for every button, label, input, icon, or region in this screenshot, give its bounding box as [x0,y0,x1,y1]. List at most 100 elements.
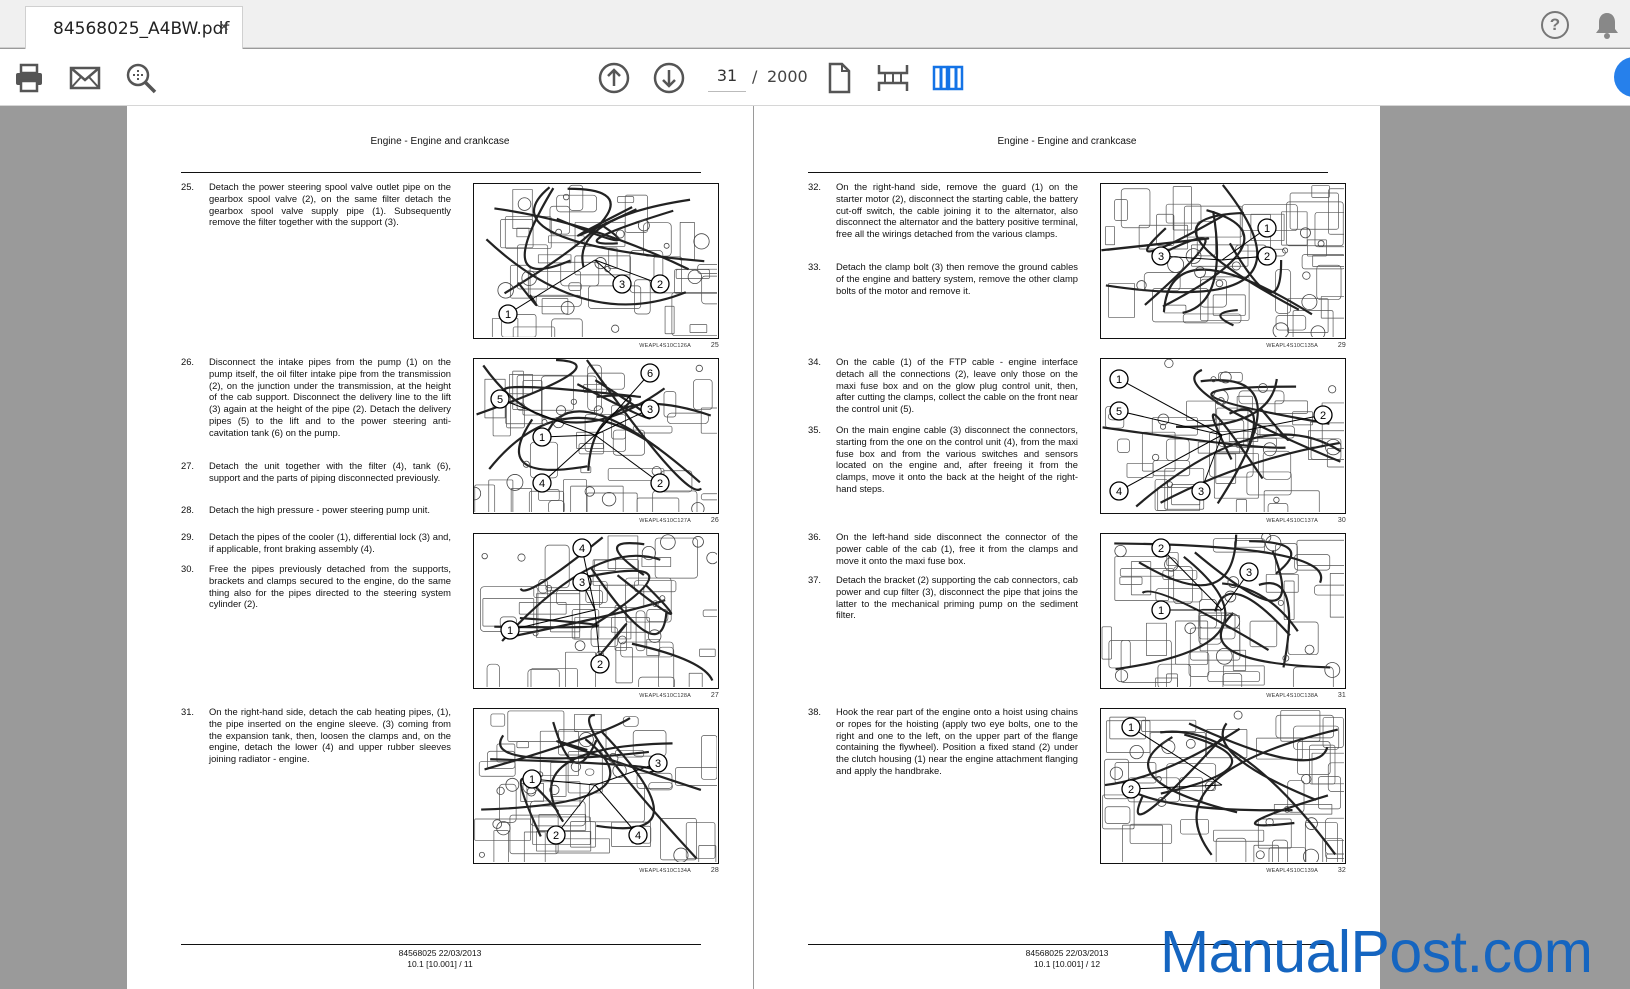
figure-illustration: 1 2 3 4 [473,533,719,689]
document-page-left: Engine - Engine and crankcase 25. Detach … [127,106,753,989]
callout-number: 1 [529,774,535,786]
schematic-drawing: 1 2 3 4 5 [1102,359,1345,513]
arrow-up-icon[interactable] [597,61,631,95]
callout-number: 3 [619,279,625,291]
callout-number: 3 [1198,486,1204,498]
callout-number: 1 [1128,722,1134,734]
callout-number: 2 [657,478,663,490]
tab-close-button[interactable]: × [219,17,229,37]
callout-marker: 4 [572,538,592,558]
help-icon[interactable]: ? [1541,11,1569,39]
callout-marker: 3 [648,753,668,773]
bell-icon[interactable] [1594,11,1620,39]
callout-number: 3 [1246,567,1252,579]
page-header: Engine - Engine and crankcase [370,136,510,147]
callout-number: 4 [579,543,585,555]
callout-number: 2 [1264,251,1270,263]
figure-illustration: 1 2 3 4 5 6 [473,358,719,514]
callout-marker: 2 [1121,779,1141,799]
step-37: 37. Detach the bracket (2) supporting the… [808,574,1078,621]
callout-number: 2 [1320,410,1326,422]
callout-marker: 2 [1151,538,1171,558]
callout-number: 6 [647,368,653,380]
step-27: 27. Detach the unit together with the fil… [181,460,451,483]
step-28: 28. Detach the high pressure - power stee… [181,504,430,515]
callout-marker: 4 [1109,481,1129,501]
callout-marker: 1 [500,620,520,640]
callout-number: 3 [655,758,661,770]
single-page-icon[interactable] [822,61,856,95]
schematic-drawing: 12 [1102,710,1345,863]
footer-line2: 10.1 [10.001] / 11 [407,959,473,969]
print-icon[interactable] [12,61,46,95]
callout-number: 2 [657,279,663,291]
figure-illustration: 1 2 3 4 [473,708,719,864]
callout-marker: 1 [522,769,542,789]
schematic-drawing: 1 2 3 4 5 6 [474,359,718,513]
page-number-input[interactable] [708,60,746,92]
step-34: 34. On the cable (1) of the FTP cable - e… [808,356,1078,415]
callout-number: 1 [1116,374,1122,386]
step-35: 35. On the main engine cable (3) disconne… [808,424,1078,494]
callout-number: 1 [539,432,545,444]
figure-illustration: 1 2 3 [1100,183,1346,339]
callout-marker: 3 [612,274,632,294]
step-30: 30. Free the pipes previously detached fr… [181,563,451,610]
callout-marker: 2 [650,274,670,294]
figure-illustration: 1 2 3 [473,183,719,339]
callout-marker: 3 [1239,562,1259,582]
callout-marker: 3 [1191,481,1211,501]
schematic-drawing: 1 2 3 [485,184,718,338]
callout-leader-line [1118,434,1223,492]
arrow-down-icon[interactable] [652,61,686,95]
scroll-mode-icon[interactable] [876,61,910,95]
callout-number: 1 [507,625,513,637]
callout-number: 3 [647,404,653,416]
step-29: 29. Detach the pipes of the cooler (1), d… [181,531,451,554]
callout-marker: 2 [546,825,566,845]
page-total: 2000 [767,67,808,86]
zoom-icon[interactable] [124,61,158,95]
watermark: ManualPost.com [1160,919,1593,985]
callout-marker: 2 [650,473,670,493]
callout-marker: 2 [1257,246,1277,266]
callout-marker: 2 [1313,405,1333,425]
step-26: 26. Disconnect the intake pipes from the … [181,356,451,438]
two-page-icon[interactable] [931,61,965,95]
tab-title: 84568025_A4BW.pdf [53,19,230,39]
callout-marker: 2 [590,654,610,674]
schematic-drawing: 1 2 3 [1101,184,1345,338]
footer-line1: 84568025 22/03/2013 [398,948,482,958]
page-separator: / [752,67,758,86]
page-header: Engine - Engine and crankcase [997,136,1137,147]
step-31: 31. On the right-hand side, detach the ca… [181,706,451,765]
callout-number: 1 [1264,223,1270,235]
header-rule [808,172,1328,173]
callout-marker: 3 [640,399,660,419]
callout-marker: 5 [1109,401,1129,421]
callout-marker: 1 [1121,717,1141,737]
pdf-viewer-app: 84568025_A4BW.pdf × ? 31 / 2000 Engine -… [0,0,1630,989]
header-rule [181,172,701,173]
callout-marker: 1 [1151,600,1171,620]
callout-marker: 1 [498,304,518,324]
callout-number: 2 [1128,784,1134,796]
footer-rule [181,944,701,945]
document-tab[interactable]: 84568025_A4BW.pdf × [25,6,243,49]
callout-number: 3 [579,577,585,589]
callout-number: 2 [597,659,603,671]
schematic-drawing: 1 2 3 [1101,534,1345,688]
mail-icon[interactable] [68,61,102,95]
step-36: 36. On the left-hand side disconnect the … [808,531,1078,566]
callout-number: 5 [1116,406,1122,418]
callout-number: 1 [1158,605,1164,617]
callout-marker: 1 [1109,369,1129,389]
callout-marker: 6 [640,363,660,383]
schematic-drawing: 1 2 3 4 [480,534,718,688]
toolbar: / 2000 [0,49,1630,106]
account-button[interactable] [1614,57,1630,97]
callout-marker: 5 [490,389,510,409]
step-33: 33. Detach the clamp bolt (3) then remove… [808,261,1078,296]
schematic-drawing: 1 2 3 4 [474,710,718,863]
callout-number: 4 [1116,486,1122,498]
